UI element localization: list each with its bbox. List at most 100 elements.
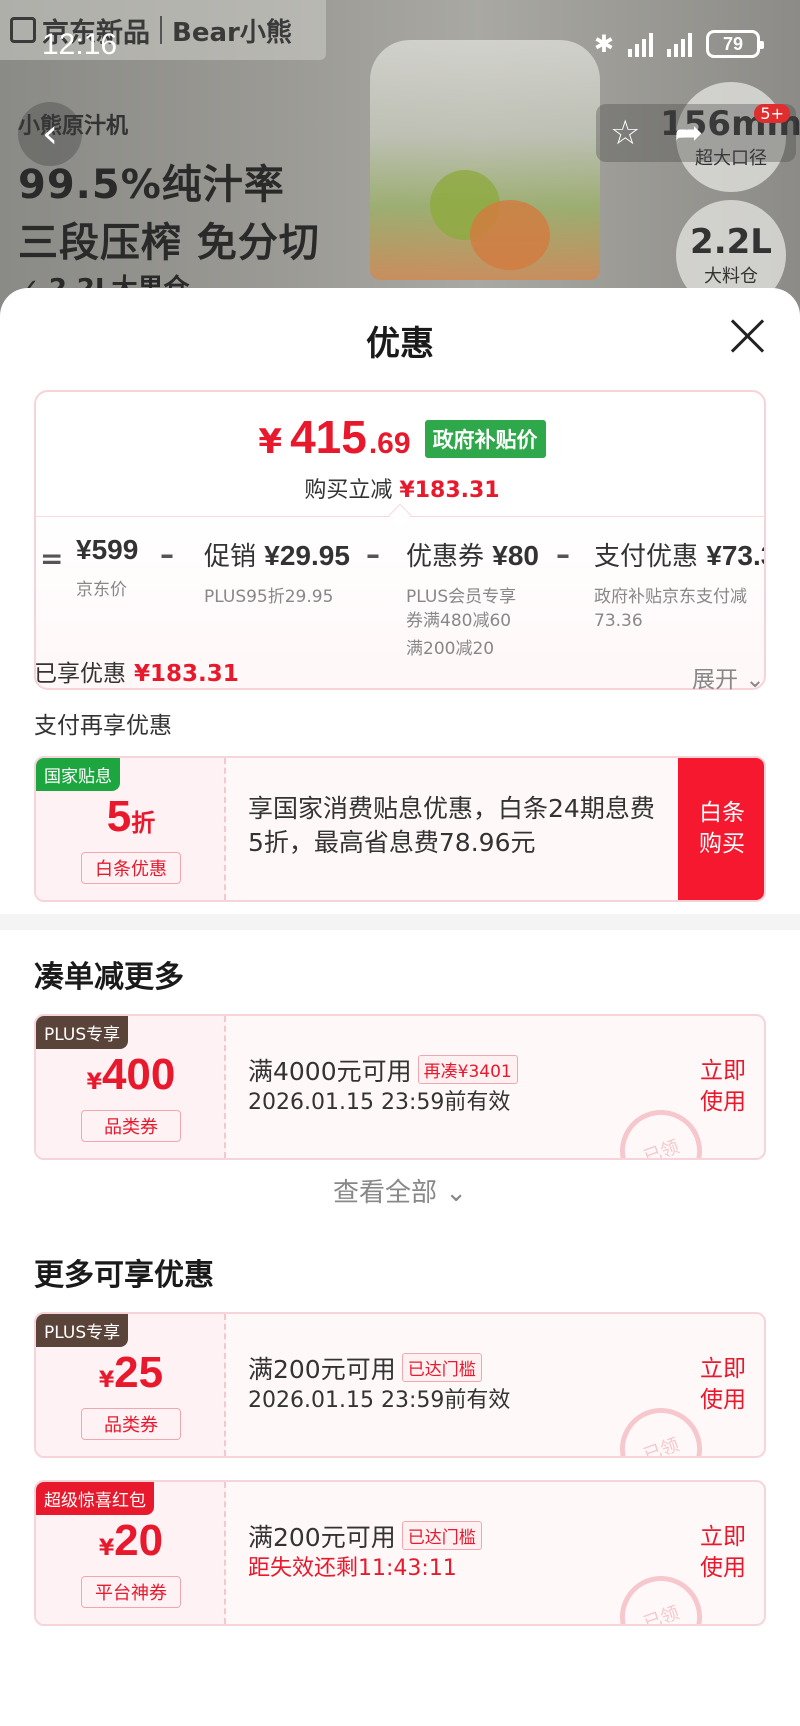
coupon-countdown: 距失效还剩11:43:11 [248,1556,457,1581]
coupon-mini-tag: 已达门槛 [401,1521,482,1550]
instant-reduction-label: 购买立减 [304,478,393,503]
coupon-left: PLUS专享 ¥400 品类券 [36,1016,226,1158]
coupon-card: PLUS专享 ¥400 品类券 满4000元可用 再凑¥3401 2026.01.… [34,1014,766,1160]
price-card: ¥415.69 政府补贴价 购买立减 ¥183.31 = ¥599 京东价 – … [34,390,766,690]
coupon-condition: 满200元可用 已达门槛 [248,1350,482,1386]
breakdown-note: PLUS95折29.95 [204,587,334,607]
status-icons: ✱ 79 [593,30,764,58]
coupon-tag: 国家贴息 [36,758,120,791]
share-icon[interactable]: ➦ [674,113,703,153]
coupon-expiry: 2026.01.15 23:59前有效 [248,1388,511,1413]
coupon-amount: ¥25 [98,1348,164,1397]
expand-label: 展开 [692,667,738,693]
breakdown-value: 促销 ¥29.95 [204,540,350,572]
battery-icon: 79 [706,30,764,58]
use-now-button[interactable]: 立即使用 [680,1314,764,1456]
breakdown-item-coupon: 优惠券 ¥80 PLUS会员专享 券满480减60 满200减20 [406,536,539,661]
star-icon[interactable]: ☆ [610,113,640,153]
section-gap [0,914,800,930]
breakdown-value: 支付优惠 ¥73.36 [594,540,764,572]
coupon-left: PLUS专享 ¥25 品类券 [36,1314,226,1456]
price-symbol: ¥ [258,422,283,462]
coupon-amount: 5折 [106,792,156,841]
divider-notch [388,503,412,527]
coupon-condition: 满200元可用 已达门槛 [248,1518,482,1554]
product-banner: 京东新品 Bear小熊 12:16 ✱ 79 小熊原汁机 ‹ 99.5%纯汁率 … [0,0,800,320]
price-integer: 415 [290,411,367,463]
coupon-type: 平台神券 [81,1576,181,1608]
breakdown-value: 优惠券 ¥80 [406,540,539,572]
enjoyed-discount: 已享优惠 ¥183.31 [34,654,239,688]
operator-minus: – [556,538,570,571]
breakdown-note: 满200减20 [406,639,495,659]
bluetooth-icon: ✱ [593,30,614,58]
product-headline: 三段压榨 免分切 [18,220,320,266]
baitiao-buy-label: 白条购买 [699,800,745,857]
breakdown-item-list-price: ¥599 京东价 [76,534,138,602]
coupon-type: 品类券 [81,1110,181,1142]
national-subsidy-coupon: 国家贴息 5折 白条优惠 享国家消费贴息优惠，白条24期息费5折，最高省息费78… [34,756,766,902]
breakdown-note: PLUS会员专享 券满480减60 [406,587,517,631]
breakdown-item-payment: 支付优惠 ¥73.36 政府补贴京东支付减73.36 [594,536,764,633]
view-all-label: 查看全部 [332,1178,437,1208]
operator-minus: – [160,538,174,571]
use-now-label: 立即使用 [700,1524,746,1581]
view-all-button[interactable]: 查看全部 ⌄ [0,1172,800,1209]
coupon-info: 满200元可用 已达门槛 2026.01.15 23:59前有效 [248,1314,668,1456]
coupon-condition: 满4000元可用 再凑¥3401 [248,1052,518,1088]
status-bar: 12:16 ✱ 79 [0,20,800,70]
operator-equals: = [40,542,64,575]
close-icon[interactable] [728,316,768,356]
fruit-image [470,200,550,270]
expand-button[interactable]: 展开 ⌄ [692,660,765,694]
use-now-label: 立即使用 [700,1356,746,1413]
operator-minus: – [366,538,380,571]
coupon-tag: PLUS专享 [36,1016,129,1049]
breakdown-note: 政府补贴京东支付减 73.36 [594,587,747,631]
coupon-tag: 超级惊喜红包 [36,1482,154,1515]
breakdown-note: 京东价 [76,580,127,600]
gov-subsidy-tag: 政府补贴价 [424,420,546,458]
use-now-label: 立即使用 [700,1058,746,1115]
coupon-amount: ¥20 [98,1516,164,1565]
cart-count-badge: 5+ [754,104,790,123]
coupon-type: 品类券 [81,1408,181,1440]
product-headline: 99.5%纯汁率 [18,162,285,208]
coupon-mini-tag: 已达门槛 [401,1353,482,1382]
section-title-more-offers: 更多可享优惠 [34,1258,214,1293]
coupon-expiry: 2026.01.15 23:59前有效 [248,1090,511,1115]
chevron-down-icon: ⌄ [445,1178,468,1208]
coupon-mini-tag: 再凑¥3401 [417,1055,518,1084]
instant-reduction: 购买立减 ¥183.31 [36,472,764,504]
coupon-amount: ¥400 [86,1050,176,1099]
coupon-type: 白条优惠 [81,852,181,884]
use-now-button[interactable]: 立即使用 [680,1482,764,1624]
sheet-title: 优惠 [366,324,434,364]
coupon-left: 超级惊喜红包 ¥20 平台神券 [36,1482,226,1624]
signal-icon [667,31,692,57]
pay-more-title: 支付再享优惠 [34,713,172,739]
baitiao-buy-button[interactable]: 白条购买 [678,758,764,900]
feature-badge-label: 大料仓 [704,266,758,287]
coupon-description: 享国家消费贴息优惠，白条24期息费5折，最高省息费78.96元 [248,794,655,857]
chevron-down-icon: ⌄ [745,667,765,693]
coupon-info: 满200元可用 已达门槛 距失效还剩11:43:11 [248,1482,668,1624]
coupon-card: PLUS专享 ¥25 品类券 满200元可用 已达门槛 2026.01.15 23… [34,1312,766,1458]
section-title-more-deals: 凑单减更多 [34,960,184,995]
enjoyed-label: 已享优惠 [34,661,126,687]
final-price: ¥415.69 政府补贴价 [36,410,764,464]
signal-icon [628,31,653,57]
price-decimal: .69 [368,427,411,460]
breakdown-value: ¥599 [76,534,139,565]
coupon-card: 超级惊喜红包 ¥20 平台神券 满200元可用 已达门槛 距失效还剩11:43:1… [34,1480,766,1626]
coupon-left: 国家贴息 5折 白条优惠 [36,758,226,900]
feature-badge-value: 2.2L [690,222,772,262]
coupon-info: 满4000元可用 再凑¥3401 2026.01.15 23:59前有效 [248,1016,668,1158]
status-time: 12:16 [42,28,118,61]
instant-reduction-amount: ¥183.31 [399,478,500,503]
breakdown-item-promo: 促销 ¥29.95 PLUS95折29.95 [204,536,350,609]
coupon-tag: PLUS专享 [36,1314,129,1347]
use-now-button[interactable]: 立即使用 [680,1016,764,1158]
enjoyed-amount: ¥183.31 [134,661,239,687]
discount-sheet: 优惠 ¥415.69 政府补贴价 购买立减 ¥183.31 = ¥599 京东价… [0,288,800,1726]
